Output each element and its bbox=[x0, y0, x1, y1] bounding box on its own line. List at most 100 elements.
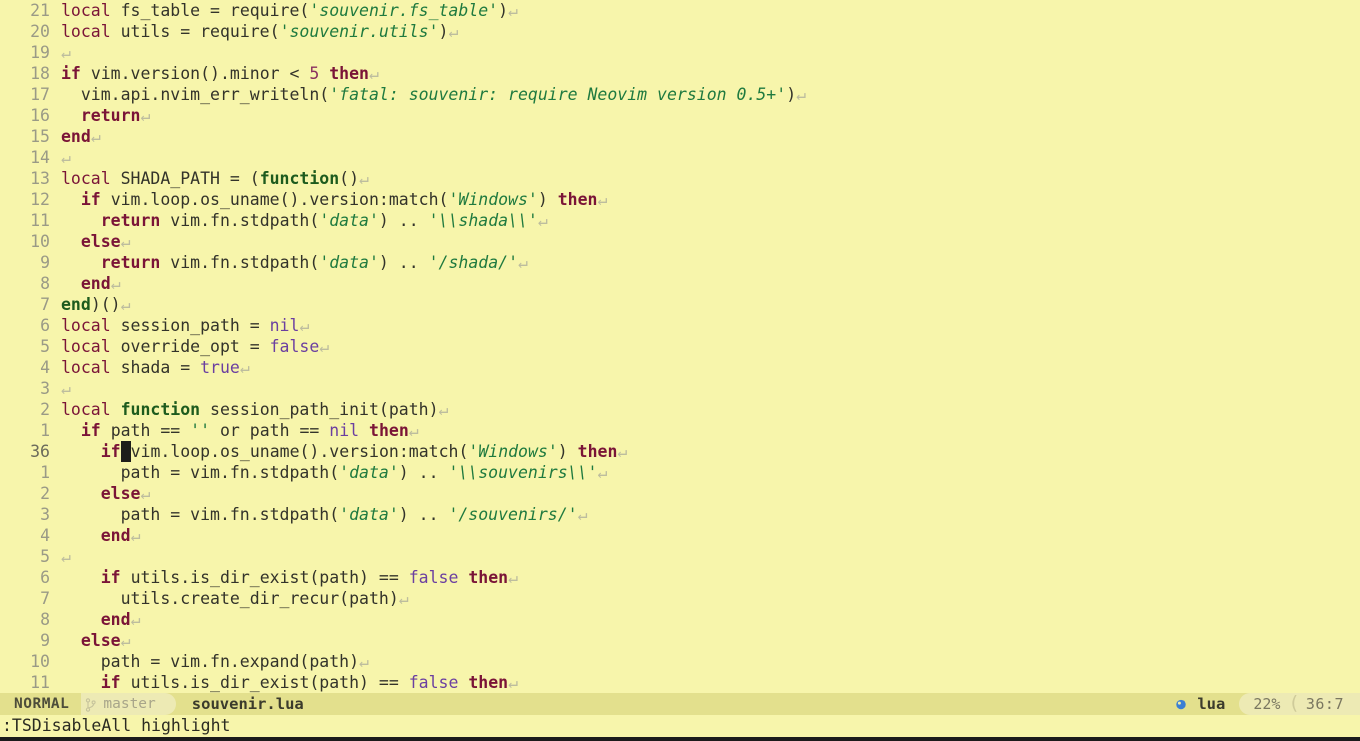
code-line[interactable]: 11 return vim.fn.stdpath('data') .. '\\s… bbox=[0, 210, 1360, 231]
code-token: ↵ bbox=[130, 526, 141, 545]
line-number: 15 bbox=[30, 127, 50, 146]
code-token: ) bbox=[498, 1, 509, 20]
code-line[interactable]: 2 local function session_path_init(path)↵ bbox=[0, 399, 1360, 420]
code-token: 'data' bbox=[319, 211, 379, 230]
code-line[interactable]: 3 ↵ bbox=[0, 378, 1360, 399]
line-number: 19 bbox=[30, 43, 50, 62]
line-content: else↵ bbox=[50, 630, 131, 651]
code-line[interactable]: 4 end↵ bbox=[0, 525, 1360, 546]
code-line[interactable]: 5 ↵ bbox=[0, 546, 1360, 567]
code-token: utils.is_dir_exist(path) == bbox=[130, 568, 409, 587]
code-token: false bbox=[408, 673, 459, 692]
code-line[interactable]: 19 ↵ bbox=[0, 42, 1360, 63]
code-token: if bbox=[61, 64, 91, 83]
code-token: local bbox=[61, 337, 121, 356]
line-number: 8 bbox=[40, 274, 50, 293]
code-token: ↵ bbox=[438, 400, 449, 419]
code-line[interactable]: 3 path = vim.fn.stdpath('data') .. '/sou… bbox=[0, 504, 1360, 525]
code-line[interactable]: 4 local shada = true↵ bbox=[0, 357, 1360, 378]
git-branch-section[interactable]: master bbox=[81, 693, 176, 715]
code-token: local bbox=[61, 169, 121, 188]
code-line[interactable]: 20 local utils = require('souvenir.utils'… bbox=[0, 21, 1360, 42]
line-number: 13 bbox=[30, 169, 50, 188]
code-token: ) bbox=[438, 22, 449, 41]
code-token: ↵ bbox=[518, 253, 528, 272]
lua-icon bbox=[1174, 697, 1188, 711]
code-line[interactable]: 17 vim.api.nvim_err_writeln('fatal: souv… bbox=[0, 84, 1360, 105]
code-line[interactable]: 16 return↵ bbox=[0, 105, 1360, 126]
line-content: ↵ bbox=[50, 42, 71, 63]
code-line[interactable]: 11 if utils.is_dir_exist(path) == false … bbox=[0, 672, 1360, 693]
code-line[interactable]: 8 end↵ bbox=[0, 273, 1360, 294]
code-token: ) .. bbox=[398, 505, 449, 524]
code-line[interactable]: 1 path = vim.fn.stdpath('data') .. '\\so… bbox=[0, 462, 1360, 483]
code-token: local bbox=[61, 22, 121, 41]
code-line[interactable]: 1 if path == '' or path == nil then↵ bbox=[0, 420, 1360, 441]
code-line[interactable]: 7 end)()↵ bbox=[0, 294, 1360, 315]
code-token: true bbox=[200, 358, 240, 377]
line-content: if vim.loop.os_uname().version:match('Wi… bbox=[50, 189, 608, 210]
code-token: vim.version().minor < bbox=[90, 64, 310, 83]
code-token: shada = bbox=[120, 358, 201, 377]
code-line[interactable]: 6 local session_path = nil↵ bbox=[0, 315, 1360, 336]
code-line[interactable]: 6 if utils.is_dir_exist(path) == false t… bbox=[0, 567, 1360, 588]
code-token: local bbox=[61, 1, 121, 20]
editor-buffer[interactable]: 21 local fs_table = require('souvenir.fs_… bbox=[0, 0, 1360, 693]
code-token: then bbox=[369, 421, 409, 440]
code-token: then bbox=[468, 568, 509, 587]
code-line[interactable]: 14 ↵ bbox=[0, 147, 1360, 168]
code-token: return bbox=[80, 106, 141, 125]
code-line[interactable]: 2 else↵ bbox=[0, 483, 1360, 504]
code-token: ↵ bbox=[597, 463, 608, 482]
code-token: utils.is_dir_exist(path) == bbox=[130, 673, 409, 692]
code-token: vim.fn.stdpath( bbox=[170, 253, 320, 272]
code-token: vim.fn.stdpath( bbox=[170, 211, 320, 230]
statusline: NORMAL master souvenir.lua lua 22% (36:… bbox=[0, 692, 1360, 715]
line-number: 3 bbox=[40, 505, 50, 524]
line-content: local function session_path_init(path)↵ bbox=[50, 399, 448, 420]
code-line[interactable]: 18 if vim.version().minor < 5 then↵ bbox=[0, 63, 1360, 84]
code-token: () bbox=[339, 169, 360, 188]
filetype-label: lua bbox=[1197, 695, 1226, 713]
code-line[interactable]: 12 if vim.loop.os_uname().version:match(… bbox=[0, 189, 1360, 210]
code-token: ↵ bbox=[61, 547, 71, 566]
line-content: path = vim.fn.expand(path)↵ bbox=[50, 651, 369, 672]
code-line[interactable]: 36 if vim.loop.os_uname().version:match(… bbox=[0, 441, 1360, 462]
code-line[interactable]: 10 else↵ bbox=[0, 231, 1360, 252]
line-number: 10 bbox=[30, 232, 50, 251]
code-line[interactable]: 7 utils.create_dir_recur(path)↵ bbox=[0, 588, 1360, 609]
line-content: local utils = require('souvenir.utils')↵ bbox=[50, 21, 458, 42]
code-token: ↵ bbox=[597, 190, 608, 209]
code-token: ↵ bbox=[508, 568, 519, 587]
code-token: '/shada/' bbox=[428, 253, 518, 272]
line-content: ↵ bbox=[50, 378, 71, 399]
code-line[interactable]: 10 path = vim.fn.expand(path)↵ bbox=[0, 651, 1360, 672]
code-line[interactable]: 21 local fs_table = require('souvenir.fs_… bbox=[0, 0, 1360, 21]
code-token: false bbox=[408, 568, 459, 587]
code-token: 'souvenir.fs_table' bbox=[309, 1, 499, 20]
line-number: 9 bbox=[40, 631, 50, 650]
statusline-separator-icon: ( bbox=[1288, 692, 1300, 714]
code-line[interactable]: 13 local SHADA_PATH = (function()↵ bbox=[0, 168, 1360, 189]
line-number: 4 bbox=[40, 358, 50, 377]
code-token: ↵ bbox=[359, 169, 369, 188]
command-line[interactable]: :TSDisableAll highlight bbox=[0, 715, 1360, 737]
code-line[interactable]: 9 return vim.fn.stdpath('data') .. '/sha… bbox=[0, 252, 1360, 273]
code-line[interactable]: 8 end↵ bbox=[0, 609, 1360, 630]
line-number: 1 bbox=[40, 463, 50, 482]
code-line[interactable]: 9 else↵ bbox=[0, 630, 1360, 651]
code-token: ) .. bbox=[398, 463, 449, 482]
code-line[interactable]: 5 local override_opt = false↵ bbox=[0, 336, 1360, 357]
code-token: if bbox=[80, 421, 111, 440]
code-line[interactable]: 15 end↵ bbox=[0, 126, 1360, 147]
line-number: 6 bbox=[40, 568, 50, 587]
code-token: ↵ bbox=[61, 379, 71, 398]
code-token: ↵ bbox=[90, 127, 101, 146]
code-token: ↵ bbox=[368, 64, 379, 83]
